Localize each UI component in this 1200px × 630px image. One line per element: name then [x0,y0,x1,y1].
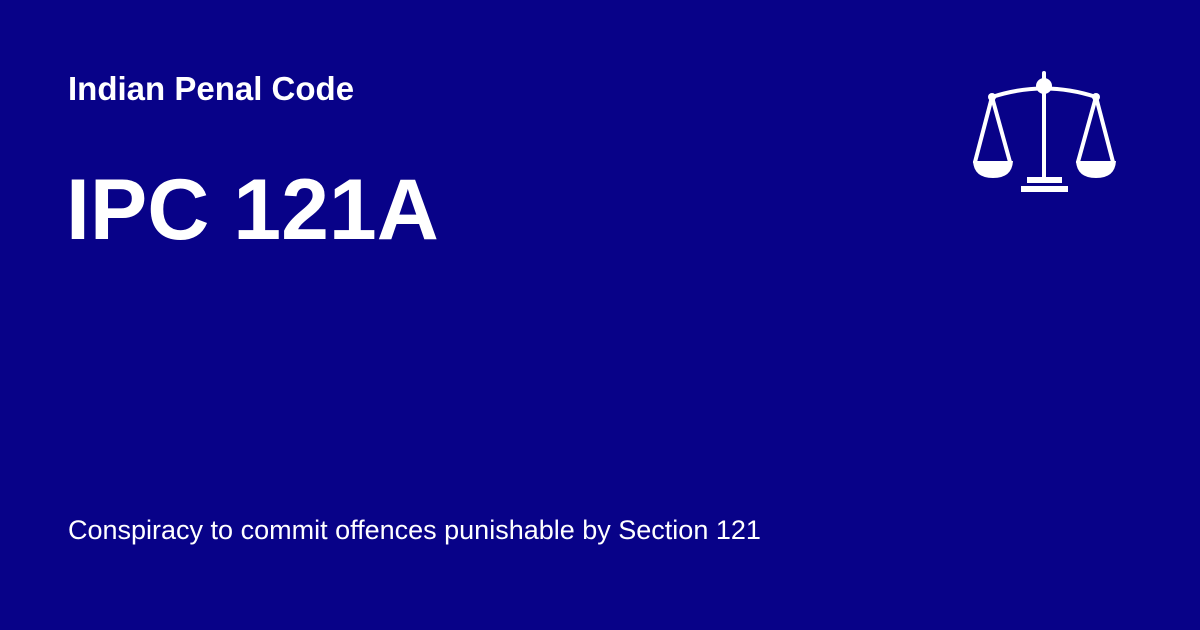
scales-of-justice-icon [968,66,1120,196]
section-title: IPC 121A [66,162,439,258]
section-description: Conspiracy to commit offences punishable… [68,515,761,545]
social-share-card: Indian Penal Code IPC 121A Conspiracy to… [0,0,1200,630]
code-name: Indian Penal Code [68,70,355,107]
